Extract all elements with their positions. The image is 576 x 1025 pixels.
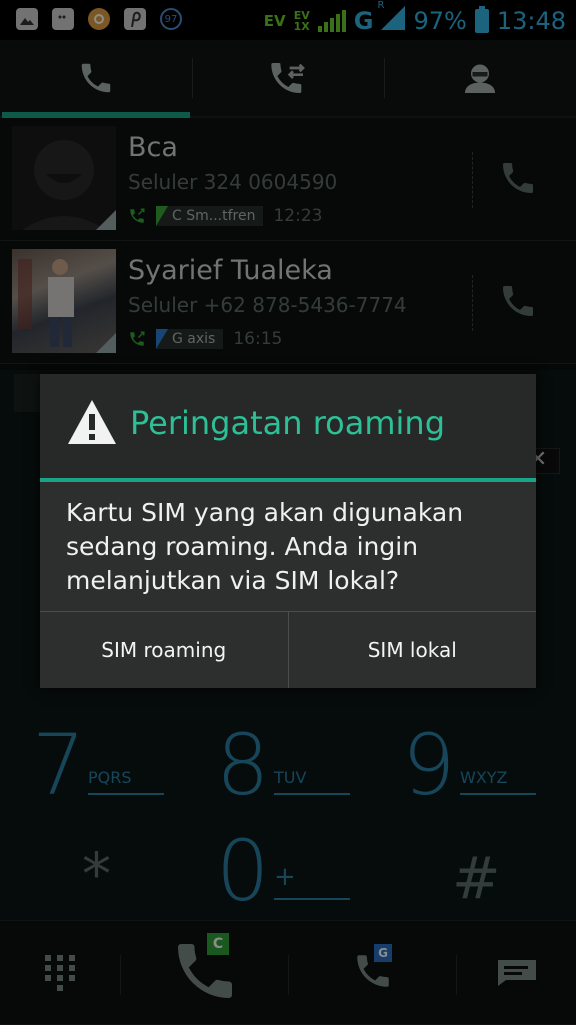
warning-icon <box>68 400 116 444</box>
sim-roaming-button[interactable]: SIM roaming <box>40 612 288 688</box>
dialog-title: Peringatan roaming <box>130 404 445 442</box>
dialog-header: Peringatan roaming <box>40 374 536 482</box>
dialog-buttons: SIM roaming SIM lokal <box>40 611 536 688</box>
roaming-warning-dialog: Peringatan roaming Kartu SIM yang akan d… <box>40 374 536 688</box>
sim-lokal-button[interactable]: SIM lokal <box>287 612 536 688</box>
dialog-message: Kartu SIM yang akan digunakan sedang roa… <box>66 498 464 595</box>
